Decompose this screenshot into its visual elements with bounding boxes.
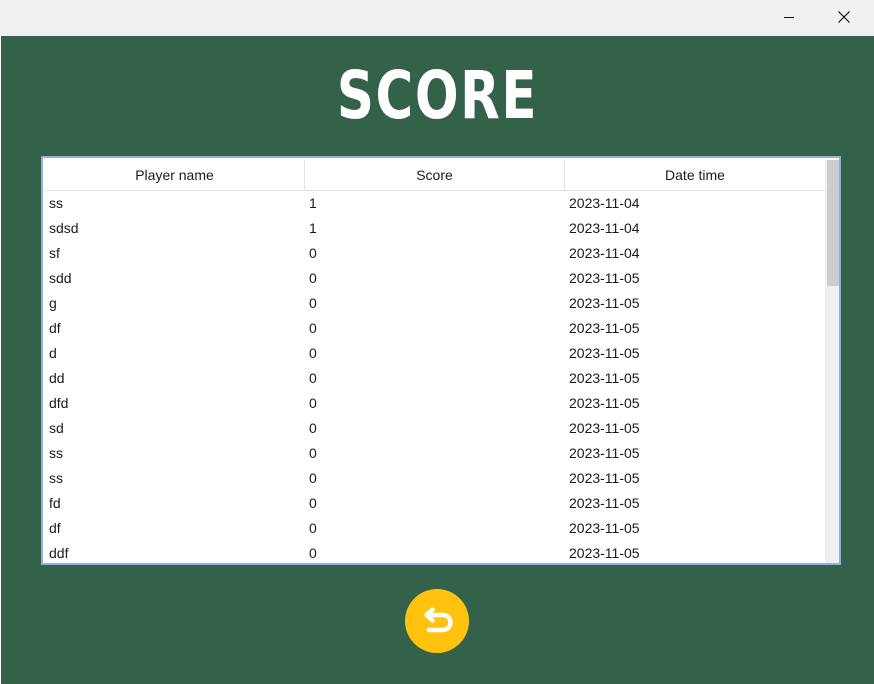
cell-score: 0: [309, 520, 317, 536]
table-row[interactable]: sdsd 1 2023-11-04: [45, 216, 825, 241]
score-table: Player name Score Date time ss 1 2023-11-0…: [41, 156, 841, 565]
cell-score: 0: [309, 320, 317, 336]
cell-score: 0: [309, 545, 317, 561]
table-row[interactable]: df 0 2023-11-05: [45, 516, 825, 541]
table-row[interactable]: dfd 0 2023-11-05: [45, 391, 825, 416]
scrollbar-thumb[interactable]: [827, 160, 839, 286]
table-row[interactable]: sd 0 2023-11-05: [45, 416, 825, 441]
cell-score: 0: [309, 470, 317, 486]
cell-date-time: 2023-11-05: [569, 445, 640, 461]
cell-player-name: ddf: [49, 545, 69, 561]
table-header: Player name Score Date time: [45, 160, 825, 191]
cell-score: 0: [309, 295, 317, 311]
cell-player-name: sf: [49, 245, 60, 261]
cell-player-name: sd: [49, 420, 64, 436]
cell-date-time: 2023-11-05: [569, 520, 640, 536]
cell-date-time: 2023-11-04: [569, 220, 640, 236]
cell-player-name: sdd: [49, 270, 72, 286]
cell-score: 1: [309, 220, 317, 236]
minimize-button[interactable]: [766, 0, 812, 34]
cell-score: 0: [309, 345, 317, 361]
column-header-score[interactable]: Score: [305, 160, 565, 190]
cell-date-time: 2023-11-04: [569, 195, 640, 211]
cell-player-name: dfd: [49, 395, 69, 411]
cell-score: 0: [309, 370, 317, 386]
table-row[interactable]: sdd 0 2023-11-05: [45, 266, 825, 291]
cell-player-name: df: [49, 320, 61, 336]
column-header-player-name[interactable]: Player name: [45, 160, 305, 190]
table-row[interactable]: ss 0 2023-11-05: [45, 441, 825, 466]
cell-date-time: 2023-11-05: [569, 370, 640, 386]
table-body: ss 1 2023-11-04 sdsd 1 2023-11-04 sf 0 2023-11-0…: [45, 191, 825, 563]
close-icon: [838, 11, 850, 23]
cell-player-name: fd: [49, 495, 61, 511]
cell-score: 1: [309, 195, 317, 211]
cell-date-time: 2023-11-05: [569, 470, 640, 486]
cell-score: 0: [309, 445, 317, 461]
cell-player-name: ss: [49, 195, 63, 211]
cell-player-name: sdsd: [49, 220, 79, 236]
cell-score: 0: [309, 245, 317, 261]
cell-player-name: g: [49, 295, 57, 311]
cell-score: 0: [309, 395, 317, 411]
table-row[interactable]: d 0 2023-11-05: [45, 341, 825, 366]
table-row[interactable]: df 0 2023-11-05: [45, 316, 825, 341]
table-row[interactable]: ss 0 2023-11-05: [45, 466, 825, 491]
cell-score: 0: [309, 495, 317, 511]
cell-date-time: 2023-11-05: [569, 295, 640, 311]
table-row[interactable]: sf 0 2023-11-04: [45, 241, 825, 266]
table-row[interactable]: ddf 0 2023-11-05: [45, 541, 825, 563]
cell-score: 0: [309, 270, 317, 286]
column-header-date-time[interactable]: Date time: [565, 160, 825, 190]
minimize-icon: [784, 16, 794, 18]
cell-player-name: df: [49, 520, 61, 536]
cell-player-name: ss: [49, 445, 63, 461]
table-row[interactable]: ss 1 2023-11-04: [45, 191, 825, 216]
cell-date-time: 2023-11-05: [569, 545, 640, 561]
back-button[interactable]: [405, 589, 469, 653]
cell-date-time: 2023-11-05: [569, 495, 640, 511]
cell-date-time: 2023-11-05: [569, 395, 640, 411]
cell-player-name: dd: [49, 370, 65, 386]
cell-score: 0: [309, 420, 317, 436]
cell-player-name: d: [49, 345, 57, 361]
cell-date-time: 2023-11-05: [569, 270, 640, 286]
table-row[interactable]: g 0 2023-11-05: [45, 291, 825, 316]
score-screen: SCORE Player name Score Date time ss 1 202…: [1, 36, 874, 684]
cell-date-time: 2023-11-05: [569, 345, 640, 361]
table-row[interactable]: dd 0 2023-11-05: [45, 366, 825, 391]
cell-date-time: 2023-11-04: [569, 245, 640, 261]
vertical-scrollbar[interactable]: [825, 160, 839, 563]
cell-date-time: 2023-11-05: [569, 420, 640, 436]
return-arrow-icon: [424, 607, 453, 633]
table-row[interactable]: fd 0 2023-11-05: [45, 491, 825, 516]
close-button[interactable]: [821, 0, 867, 34]
cell-date-time: 2023-11-05: [569, 320, 640, 336]
cell-player-name: ss: [49, 470, 63, 486]
window-titlebar: [0, 0, 874, 36]
page-title: SCORE: [336, 57, 539, 134]
